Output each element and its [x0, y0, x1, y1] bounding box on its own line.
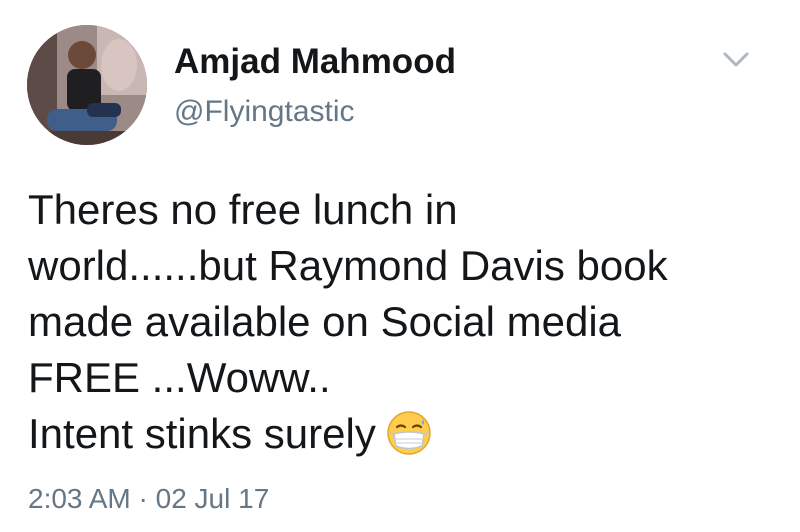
tweet-menu-button[interactable] — [716, 42, 756, 78]
chevron-down-icon — [723, 52, 749, 67]
tweet-text: Theres no free lunch in world......but R… — [28, 182, 788, 462]
tweet-date: 02 Jul 17 — [155, 483, 270, 514]
author-handle[interactable]: @Flyingtastic — [174, 95, 355, 129]
avatar[interactable] — [27, 25, 147, 145]
tweet-time: 2:03 AM — [28, 483, 131, 514]
tweet-timestamp[interactable]: 2:03 AM · 02 Jul 17 — [28, 483, 269, 515]
profile-photo — [27, 25, 147, 145]
tweet-card: Amjad Mahmood @Flyingtastic Theres no fr… — [0, 0, 800, 532]
face-with-medical-mask-icon — [386, 410, 432, 456]
tweet-text-line: Theres no free lunch in — [28, 186, 458, 233]
tweet-text-line: FREE ...Woww.. — [28, 354, 331, 401]
timestamp-separator: · — [138, 483, 148, 514]
tweet-text-last-line: Intent stinks surely — [28, 406, 788, 462]
tweet-text-line: world......but Raymond Davis book — [28, 242, 668, 289]
tweet-text-line: Intent stinks surely — [28, 410, 376, 457]
author-name[interactable]: Amjad Mahmood — [174, 42, 456, 82]
tweet-text-line: made available on Social media — [28, 298, 622, 345]
